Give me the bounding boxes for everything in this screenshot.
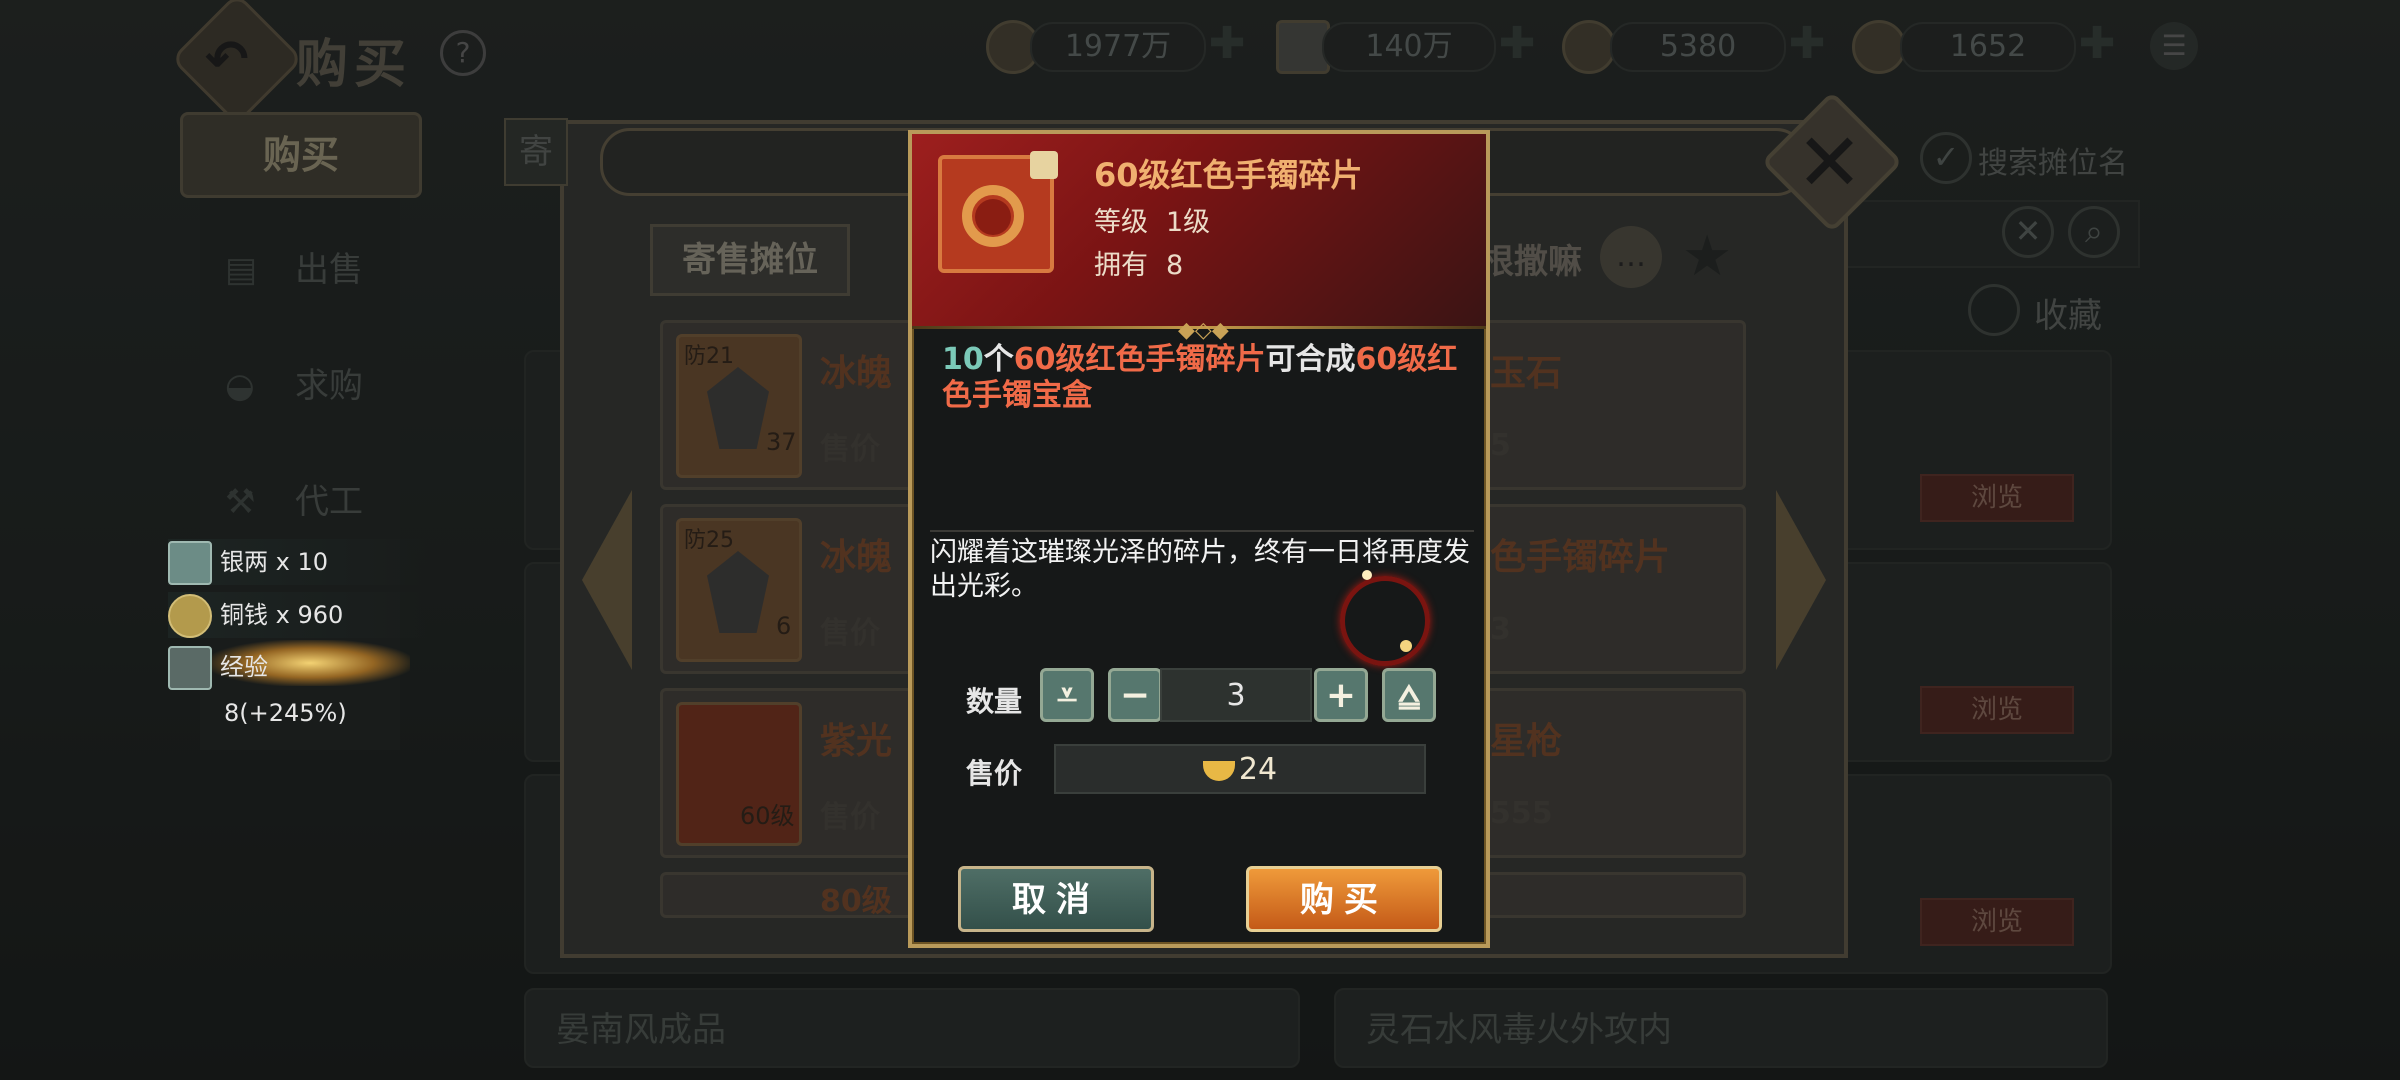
compose-unit: 个 [983,342,1014,377]
item-owned: 拥有 8 [1094,243,1183,282]
quantity-min-button[interactable]: ⩡ [1040,668,1094,722]
exp-icon [168,646,212,690]
reward-copper: 铜钱 x 960 [168,592,428,638]
level-value: 1级 [1166,207,1211,238]
compose-info: 10个60级红色手镯碎片可合成60级红色手镯宝盒 [942,342,1472,414]
reward-exp: 经验 8(+245%) [168,644,428,727]
item-level: 等级 1级 [1094,200,1210,239]
quantity-minus-button[interactable]: − [1108,668,1162,722]
cancel-button[interactable]: 取消 [958,866,1154,932]
reward-silver: 银两 x 10 [168,539,428,585]
owned-label: 拥有 [1094,250,1148,281]
copper-coin-icon [168,594,212,638]
compose-verb: 可合成 [1265,342,1356,377]
quantity-max-button[interactable]: ⩠ [1382,668,1436,722]
silver-bar-icon [168,541,212,585]
sparkle-ring-effect [1340,576,1430,666]
sparkle-icon [1400,640,1412,652]
quantity-plus-button[interactable]: + [1314,668,1368,722]
sparkle-icon [1362,570,1372,580]
price-value: 24 [1238,752,1278,787]
reward-text: 经验 [220,653,268,681]
red-bracelet-fragment-icon [938,151,1058,273]
price-field: 24 [1054,744,1426,794]
divider-ornament-icon: ◆◇◆ [1178,318,1229,343]
buy-button[interactable]: 购买 [1246,866,1442,932]
reward-text: 银两 x 10 [220,548,328,576]
compose-item: 60级红色手镯碎片 [1013,342,1266,377]
reward-bonus: 8(+245%) [224,699,347,727]
quantity-input[interactable]: 3 [1160,668,1312,722]
fragment-puzzle-icon [1030,151,1058,179]
reward-text: 铜钱 x 960 [220,601,344,629]
gold-ingot-icon [1202,760,1235,781]
description-separator [930,530,1474,532]
quantity-label: 数量 [966,685,1023,718]
price-label: 售价 [966,757,1023,790]
level-label: 等级 [1094,207,1148,238]
compose-count: 10 [942,342,984,377]
owned-value: 8 [1166,250,1184,281]
item-title: 60级红色手镯碎片 [1094,156,1363,194]
